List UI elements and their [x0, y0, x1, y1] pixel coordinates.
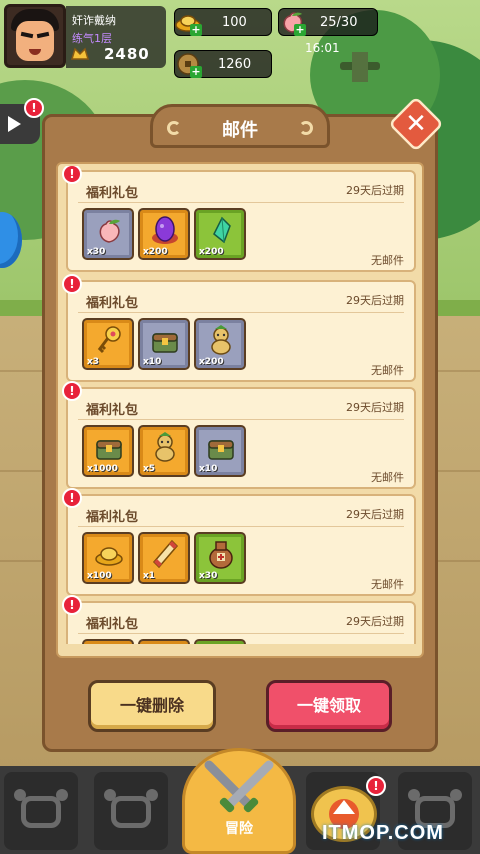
reward-count: x10	[143, 357, 162, 367]
new-mail-badge: !	[62, 595, 82, 615]
mail-item-title: 福利礼包	[86, 617, 139, 632]
nav-adventure-button[interactable]	[182, 748, 296, 854]
gold-key-icon	[97, 326, 121, 354]
mail-item-expire: 29天后过期	[346, 294, 404, 307]
reward-slot[interactable]: x1	[138, 532, 190, 584]
reward-count: x10	[199, 464, 218, 474]
new-mail-badge: !	[62, 274, 82, 294]
nav-slot-locked-1[interactable]	[4, 772, 78, 850]
mail-item[interactable]: 福利礼包 29天后过期 x30 x200 x200 无邮件 !	[62, 166, 416, 272]
pagoda-icon	[340, 52, 380, 92]
mail-title: 邮件	[222, 120, 258, 141]
reward-slot[interactable]: x1000	[82, 425, 134, 477]
mail-item-status: 无邮件	[371, 471, 404, 484]
reward-count: x1000	[87, 464, 118, 474]
reward-slot[interactable]: x30	[82, 208, 134, 260]
coin-value: 1260	[218, 57, 252, 72]
nav-upgrade-badge: !	[366, 776, 386, 796]
mail-item-title: 福利礼包	[86, 510, 139, 525]
mail-item-expire: 29天后过期	[346, 184, 404, 197]
reward-count: x200	[199, 247, 224, 257]
new-mail-badge: !	[62, 166, 82, 184]
reward-slot[interactable]: x200	[138, 208, 190, 260]
locked-icon	[14, 789, 68, 828]
mail-item[interactable]: 福利礼包 29天后过期 x1000 x5 x10 无邮件 !	[62, 381, 416, 489]
mail-item-expire: 29天后过期	[346, 508, 404, 521]
treasure-chest-icon	[152, 333, 178, 353]
nav-adventure-label: 冒险	[225, 821, 253, 837]
reward-slot[interactable]: x200	[194, 208, 246, 260]
mail-item-title: 福利礼包	[86, 403, 139, 418]
close-icon[interactable]: ✕	[392, 102, 440, 146]
notification-badge: !	[24, 98, 44, 118]
stamina-add-button[interactable]: +	[294, 24, 306, 36]
reward-slot[interactable]: x10	[138, 318, 190, 370]
mail-item-title: 福利礼包	[86, 186, 139, 201]
reward-count: x5	[143, 464, 156, 474]
reward-count: x30	[199, 571, 218, 581]
delete-all-button[interactable]: 一键删除	[88, 680, 216, 732]
reward-count: x200	[143, 247, 168, 257]
arrow-up-icon	[333, 800, 355, 814]
peach-icon	[99, 219, 120, 243]
stamina-timer: 16:01	[305, 41, 340, 55]
reward-slot[interactable]	[82, 639, 134, 644]
mail-item-expire: 29天后过期	[346, 615, 404, 628]
mail-item-status: 无邮件	[371, 578, 404, 591]
reward-count: x200	[199, 357, 224, 367]
gourd-doll-icon	[155, 432, 175, 462]
reward-count: x1	[143, 571, 156, 581]
new-mail-badge: !	[62, 381, 82, 401]
mail-item[interactable]: 福利礼包 29天后过期 !	[62, 595, 416, 644]
purple-egg-icon	[152, 216, 178, 244]
stamina-value: 25/30	[320, 15, 358, 30]
mail-item[interactable]: 福利礼包 29天后过期 x3 x10 x200 无邮件 !	[62, 274, 416, 382]
reward-slot[interactable]: x200	[194, 318, 246, 370]
nav-slot-locked-2[interactable]	[94, 772, 168, 850]
reward-slot[interactable]: x10	[194, 425, 246, 477]
mail-list[interactable]: 福利礼包 29天后过期 x30 x200 x200 无邮件 ! 福利礼包 29天…	[60, 166, 420, 644]
claim-all-button[interactable]: 一键领取	[266, 680, 392, 732]
green-crystal-icon	[213, 216, 231, 244]
treasure-chest-icon	[96, 440, 122, 460]
mail-item-status: 无邮件	[371, 254, 404, 267]
reward-slot[interactable]	[194, 639, 246, 644]
reward-count: x100	[87, 571, 112, 581]
reward-slot[interactable]: x30	[194, 532, 246, 584]
power-value: 2480	[104, 45, 150, 63]
gold-ingot-icon	[95, 547, 123, 566]
wine-jar-icon	[209, 541, 233, 569]
gourd-doll-icon	[211, 325, 231, 355]
power-icon	[70, 47, 90, 60]
new-mail-badge: !	[62, 488, 82, 508]
reward-slot[interactable]: x5	[138, 425, 190, 477]
crossed-swords-icon	[204, 760, 274, 813]
reward-slot[interactable]	[138, 639, 190, 644]
mail-item-title: 福利礼包	[86, 296, 139, 311]
reward-slot[interactable]: x100	[82, 532, 134, 584]
gold-add-button[interactable]: +	[190, 24, 202, 36]
gold-value: 100	[222, 15, 247, 30]
reward-count: x30	[87, 247, 106, 257]
reward-count: x3	[87, 357, 100, 367]
play-icon	[8, 116, 21, 132]
treasure-chest-icon	[208, 440, 234, 460]
reward-slot[interactable]: x3	[82, 318, 134, 370]
player-avatar[interactable]	[4, 4, 66, 68]
scroll-icon	[152, 539, 179, 569]
watermark: ITMOP.COM	[322, 822, 444, 844]
player-rank: 练气1层	[72, 32, 112, 45]
coin-add-button[interactable]: +	[190, 66, 202, 78]
mail-item-status: 无邮件	[371, 364, 404, 377]
locked-icon	[104, 789, 158, 828]
mail-item[interactable]: 福利礼包 29天后过期 x100 x1 x30 无邮件 !	[62, 488, 416, 596]
player-name: 奸诈戴纳	[72, 14, 116, 27]
mail-item-expire: 29天后过期	[346, 401, 404, 414]
